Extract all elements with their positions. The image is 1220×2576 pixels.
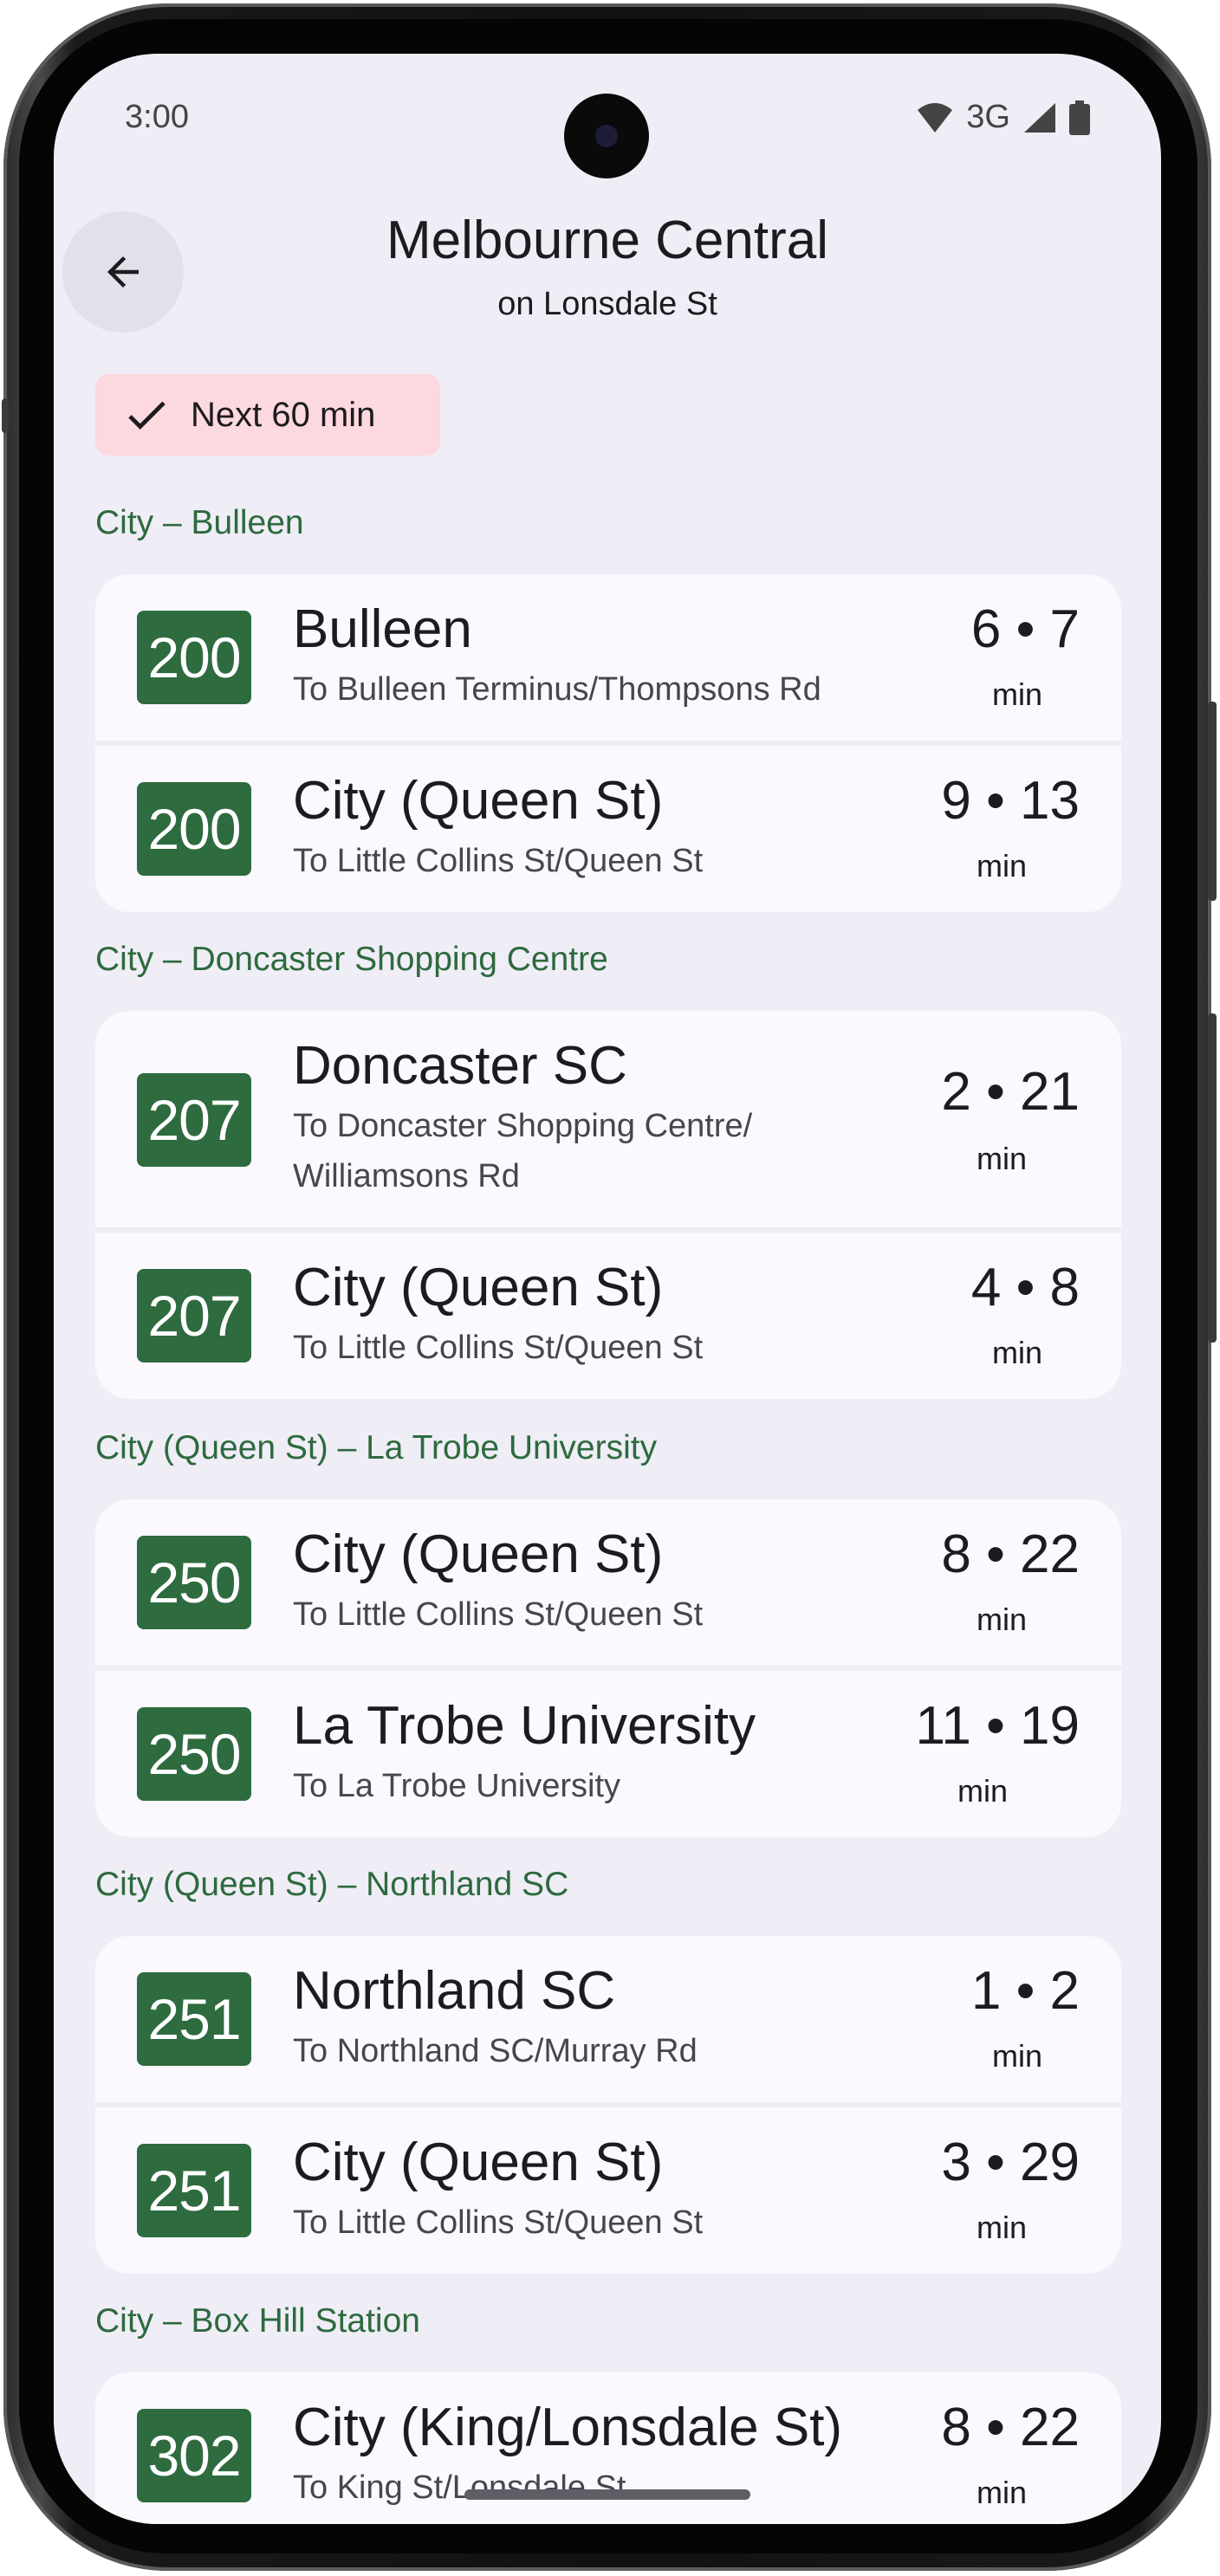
departure-row[interactable]: 250 La Trobe University To La Trobe Univ…: [95, 1671, 1121, 1837]
network-label: 3G: [966, 99, 1010, 135]
departure-times: 4 • 8: [970, 1258, 1080, 1317]
route-group-label: City (Queen St) – La Trobe University: [95, 1429, 658, 1466]
departure-destination: City (Queen St): [293, 1524, 664, 1584]
departure-times: 8 • 22: [941, 2398, 1080, 2457]
status-bar: 3:00 3G: [54, 54, 1161, 184]
route-number-badge: 200: [137, 611, 251, 704]
departure-time-unit: min: [991, 1335, 1042, 1370]
status-icons: 3G: [916, 99, 1090, 136]
page-title: Melbourne Central: [386, 210, 829, 270]
page-subtitle: on Lonsdale St: [497, 286, 717, 322]
route-group-label: City – Box Hill Station: [95, 2302, 420, 2340]
power-button: [1208, 702, 1217, 901]
departure-times: 9 • 13: [941, 771, 1080, 831]
next-60-min-filter-chip[interactable]: Next 60 min: [95, 374, 440, 456]
route-group-label: City – Doncaster Shopping Centre: [95, 941, 608, 978]
departure-row[interactable]: 207 Doncaster SC To Doncaster Shopping C…: [95, 1011, 1121, 1227]
status-time: 3:00: [125, 99, 189, 135]
departure-times: 8 • 22: [941, 1524, 1080, 1584]
route-number-badge: 207: [137, 1073, 251, 1167]
wifi-icon: [918, 102, 953, 133]
departure-times: 2 • 21: [941, 1062, 1080, 1122]
phone-mockup: 3:00 3G Melbourne Central on Lonsdale St…: [0, 0, 1220, 2576]
departure-via: To Doncaster Shopping Centre/ Williamson…: [293, 1108, 753, 1194]
departure-destination: Northland SC: [293, 1961, 616, 2021]
departure-times: 11 • 19: [915, 1696, 1080, 1756]
departure-row[interactable]: 207 City (Queen St) To Little Collins St…: [95, 1233, 1121, 1399]
volume-button: [1208, 1013, 1217, 1343]
departure-destination: City (Queen St): [293, 1258, 664, 1317]
departure-destination: Doncaster SC: [293, 1036, 627, 1096]
departure-via: To La Trobe University: [293, 1768, 621, 1804]
route-number-badge: 302: [137, 2409, 251, 2502]
departure-destination: City (Queen St): [293, 771, 664, 831]
gesture-navigation-bar[interactable]: [464, 2489, 750, 2500]
battery-icon: [1069, 100, 1090, 135]
departure-row[interactable]: 302 City (King/Lonsdale St) To King St/L…: [95, 2372, 1121, 2524]
departure-times: 1 • 2: [970, 1961, 1080, 2021]
departure-row[interactable]: 200 City (Queen St) To Little Collins St…: [95, 746, 1121, 912]
departure-time-unit: min: [976, 848, 1027, 883]
route-number-badge: 251: [137, 2144, 251, 2237]
departure-destination: La Trobe University: [293, 1696, 756, 1756]
signal-icon: [1024, 102, 1055, 133]
departure-via: To Bulleen Terminus/Thompsons Rd: [293, 671, 821, 708]
departure-destination: Bulleen: [293, 599, 472, 659]
departure-via: To Little Collins St/Queen St: [293, 1330, 704, 1366]
route-group-label: City (Queen St) – Northland SC: [95, 1866, 569, 1903]
departure-via: To Little Collins St/Queen St: [293, 843, 704, 879]
departure-row[interactable]: 250 City (Queen St) To Little Collins St…: [95, 1499, 1121, 1666]
left-edge-button: [2, 398, 9, 433]
route-number-badge: 200: [137, 782, 251, 876]
departure-time-unit: min: [976, 2475, 1027, 2510]
departure-via: To King St/Lonsdale St: [293, 2469, 626, 2506]
departure-destination: City (Queen St): [293, 2133, 664, 2192]
departure-times: 3 • 29: [941, 2133, 1080, 2192]
departure-destination: City (King/Lonsdale St): [293, 2398, 843, 2457]
departure-time-unit: min: [976, 2210, 1027, 2245]
departure-time-unit: min: [991, 2038, 1042, 2074]
front-camera: [564, 94, 649, 178]
departure-time-unit: min: [976, 1602, 1027, 1637]
route-number-badge: 250: [137, 1536, 251, 1629]
departure-times: 6 • 7: [970, 599, 1080, 659]
route-number-badge: 250: [137, 1707, 251, 1801]
departure-time-unit: min: [991, 676, 1042, 712]
departure-row[interactable]: 251 Northland SC To Northland SC/Murray …: [95, 1936, 1121, 2102]
filter-chip-label: Next 60 min: [191, 395, 376, 434]
departure-via: To Little Collins St/Queen St: [293, 2204, 704, 2241]
check-icon: [128, 401, 165, 430]
departure-via: To Little Collins St/Queen St: [293, 1596, 704, 1633]
departure-via: To Northland SC/Murray Rd: [293, 2033, 698, 2069]
departure-row[interactable]: 200 Bulleen To Bulleen Terminus/Thompson…: [95, 574, 1121, 741]
departure-row[interactable]: 251 City (Queen St) To Little Collins St…: [95, 2107, 1121, 2274]
route-group-label: City – Bulleen: [95, 504, 304, 541]
departure-time-unit: min: [957, 1773, 1008, 1809]
route-number-badge: 251: [137, 1972, 251, 2066]
route-number-badge: 207: [137, 1269, 251, 1362]
app-screen: 3:00 3G Melbourne Central on Lonsdale St…: [54, 54, 1161, 2524]
departure-time-unit: min: [976, 1141, 1027, 1176]
